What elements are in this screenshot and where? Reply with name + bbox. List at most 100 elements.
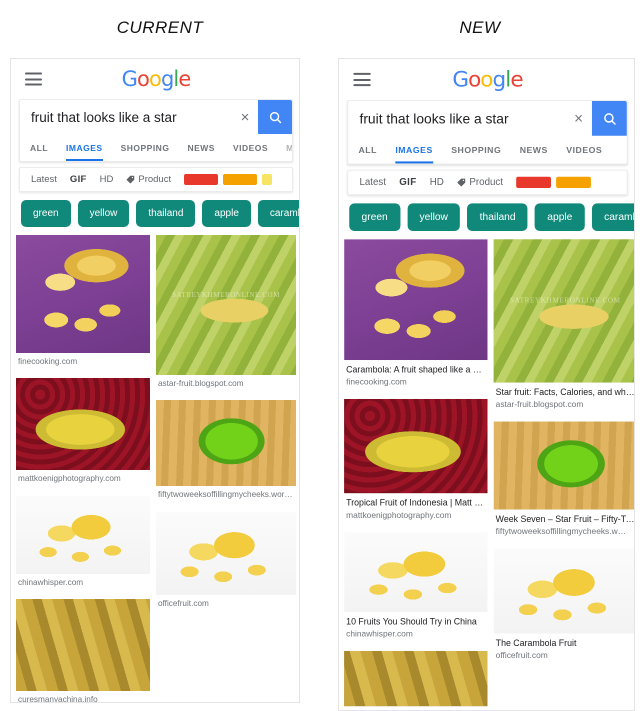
photo-watermark: SATREYKHMERONLINE.COM — [171, 291, 281, 299]
result-card[interactable]: Week Seven – Star Fruit – Fifty-Tw… fift… — [493, 421, 634, 543]
result-thumbnail[interactable] — [344, 650, 488, 707]
filter-gif[interactable]: GIF — [399, 177, 416, 188]
result-thumbnail[interactable] — [156, 400, 296, 487]
result-thumbnail[interactable] — [344, 398, 488, 494]
result-thumbnail[interactable]: SATREYKHMERONLINE.COM — [493, 239, 634, 383]
result-card[interactable]: Tropical Fruit of Indonesia | Matt K… ma… — [344, 398, 488, 526]
chip-yellow[interactable]: yellow — [77, 200, 130, 227]
carambola-photo — [344, 239, 488, 361]
result-card[interactable]: Carambola: A fruit shaped like a st… fin… — [344, 239, 488, 393]
tag-icon — [457, 178, 466, 187]
filter-hd[interactable]: HD — [100, 174, 114, 185]
tab-shopping[interactable]: SHOPPING — [451, 136, 510, 164]
carambola-photo — [16, 235, 150, 353]
tab-shopping[interactable]: SHOPPING — [121, 134, 179, 161]
filter-product[interactable]: Product — [457, 177, 503, 188]
tab-news[interactable]: NEWS — [520, 136, 557, 164]
chip-yellow[interactable]: yellow — [407, 203, 461, 232]
google-header: Google — [11, 59, 299, 99]
color-swatch-orange[interactable] — [223, 174, 258, 185]
result-card[interactable]: officefruit.com — [156, 511, 296, 614]
results-column-right: SATREYKHMERONLINE.COM Star fruit: Facts,… — [493, 239, 634, 706]
logo-letter: g — [492, 67, 507, 92]
search-row: fruit that looks like a star × — [20, 100, 292, 134]
chip-thailand[interactable]: thailand — [467, 203, 528, 232]
google-header: Google — [339, 59, 634, 100]
result-meta: mattkoenigphotography.com — [16, 470, 150, 489]
search-card: fruit that looks like a star × ALL IMAGE… — [347, 99, 628, 165]
search-button[interactable] — [258, 100, 292, 134]
color-swatch-yellow[interactable] — [262, 174, 273, 185]
chip-apple[interactable]: apple — [535, 203, 585, 232]
result-thumbnail[interactable] — [16, 235, 150, 353]
result-thumbnail[interactable] — [493, 548, 634, 634]
search-button[interactable] — [591, 100, 627, 136]
tab-images[interactable]: IMAGES — [66, 134, 112, 161]
result-card[interactable] — [344, 650, 488, 707]
result-meta: Star fruit: Facts, Calories, and whe… as… — [494, 383, 634, 416]
search-tabs: ALL IMAGES SHOPPING NEWS VIDEOS M — [20, 134, 292, 161]
result-meta: curesmanyachina.info — [16, 691, 150, 702]
chip-apple[interactable]: apple — [202, 200, 251, 227]
logo-letter: o — [480, 67, 493, 92]
hamburger-menu-icon[interactable] — [353, 72, 371, 87]
logo-letter: o — [148, 67, 162, 91]
related-chips-current: green yellow thailand apple carambola — [11, 192, 299, 235]
related-chips-new: green yellow thailand apple carambola — [339, 195, 634, 239]
filter-product[interactable]: Product — [126, 174, 171, 185]
color-swatch-orange[interactable] — [556, 176, 592, 189]
result-thumbnail[interactable] — [344, 532, 488, 612]
result-card[interactable] — [156, 619, 296, 698]
hamburger-menu-icon[interactable] — [25, 72, 42, 86]
chip-green[interactable]: green — [21, 200, 71, 227]
tab-all[interactable]: ALL — [30, 134, 57, 161]
result-card[interactable]: 10 Fruits You Should Try in China chinaw… — [344, 532, 488, 645]
filter-gif[interactable]: GIF — [70, 174, 87, 185]
search-input[interactable]: fruit that looks like a star — [20, 110, 232, 125]
result-card[interactable]: fiftytwoweeksoffillingmycheeks.word… — [156, 400, 296, 506]
result-thumbnail[interactable] — [16, 495, 150, 574]
result-card[interactable]: The Carambola Fruit officefruit.com — [493, 548, 634, 667]
color-filter-swatches — [184, 174, 273, 185]
logo-letter: o — [468, 67, 481, 92]
color-swatch-red[interactable] — [516, 176, 552, 189]
result-card[interactable]: finecooking.com — [16, 235, 150, 373]
filter-latest[interactable]: Latest — [31, 174, 57, 185]
result-thumbnail[interactable] — [344, 239, 488, 361]
clear-search-icon[interactable]: × — [565, 111, 592, 126]
filter-bar: Latest GIF HD Product — [19, 167, 293, 192]
panel-new: Google fruit that looks like a star × AL… — [338, 58, 635, 711]
chip-carambola[interactable]: carambola — [591, 203, 634, 232]
image-results-grid-current: finecooking.com mattkoenigphotography.co… — [11, 235, 299, 702]
result-thumbnail[interactable] — [156, 511, 296, 595]
chip-carambola[interactable]: carambola — [257, 200, 299, 227]
result-thumbnail[interactable] — [16, 378, 150, 471]
result-thumbnail[interactable]: SATREYKHMERONLINE.COM — [156, 235, 296, 375]
tab-images[interactable]: IMAGES — [395, 136, 442, 164]
color-swatch-red[interactable] — [184, 174, 219, 185]
search-input[interactable]: fruit that looks like a star — [348, 111, 565, 126]
result-title: The Carambola Fruit — [495, 637, 577, 648]
chip-thailand[interactable]: thailand — [136, 200, 196, 227]
tab-maps[interactable]: M — [286, 134, 292, 161]
result-thumbnail[interactable] — [493, 421, 634, 510]
result-card[interactable]: mattkoenigphotography.com — [16, 378, 150, 490]
filter-hd[interactable]: HD — [430, 177, 444, 188]
result-thumbnail[interactable] — [16, 598, 150, 691]
chip-green[interactable]: green — [349, 203, 401, 232]
carambola-photo — [156, 235, 296, 375]
result-meta: chinawhisper.com — [16, 574, 150, 593]
filter-latest[interactable]: Latest — [359, 177, 386, 188]
tab-videos[interactable]: VIDEOS — [566, 136, 611, 164]
result-card[interactable]: chinawhisper.com — [16, 495, 150, 593]
result-card[interactable]: SATREYKHMERONLINE.COM Star fruit: Facts,… — [493, 239, 634, 416]
google-logo: Google — [452, 67, 523, 92]
result-thumbnail[interactable] — [156, 620, 296, 698]
result-card[interactable]: curesmanyachina.info — [16, 598, 150, 702]
result-card[interactable]: SATREYKHMERONLINE.COM astar-fruit.blogsp… — [156, 235, 296, 395]
clear-search-icon[interactable]: × — [232, 110, 258, 125]
tab-videos[interactable]: VIDEOS — [233, 134, 277, 161]
logo-letter: G — [452, 67, 469, 92]
tab-all[interactable]: ALL — [358, 136, 386, 164]
tab-news[interactable]: NEWS — [187, 134, 224, 161]
